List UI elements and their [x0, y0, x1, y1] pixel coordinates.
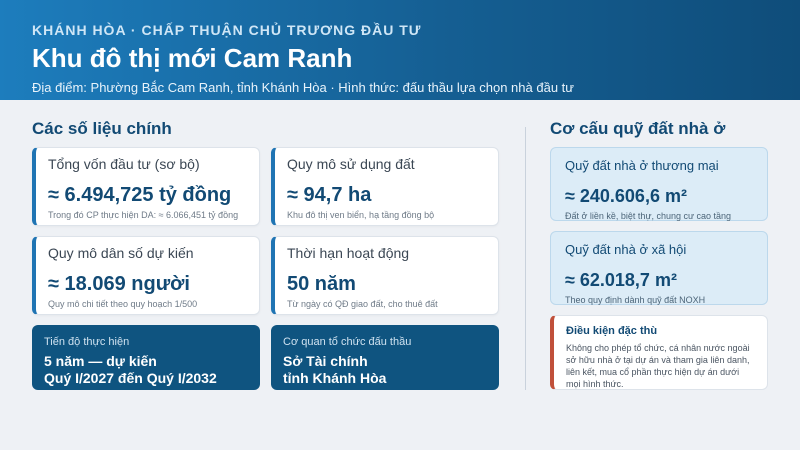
- condition-text: Không cho phép tổ chức, cá nhân nước ngo…: [566, 343, 750, 389]
- card-value: ≈ 94,7 ha: [287, 184, 372, 206]
- card-value: 50 năm: [287, 273, 356, 295]
- card-value: ≈ 18.069 người: [48, 273, 190, 295]
- card-label: Quỹ đất nhà ở xã hội: [565, 242, 687, 257]
- page-subtitle: Địa điểm: Phường Bắc Cam Ranh, tỉnh Khán…: [32, 80, 574, 95]
- card-value: ≈ 240.606,6 m²: [565, 186, 687, 206]
- card-value: ≈ 62.018,7 m²: [565, 270, 677, 290]
- agency-line-2: tỉnh Khánh Hòa: [283, 370, 387, 386]
- agency-label: Cơ quan tổ chức đấu thầu: [283, 336, 412, 348]
- card-label: Quy mô sử dụng đất: [287, 156, 415, 172]
- column-divider: [525, 127, 526, 390]
- card-note: Trong đó CP thực hiện DA: ≈ 6.066,451 tỷ…: [48, 210, 239, 220]
- card-value: ≈ 6.494,725 tỷ đồng: [48, 184, 232, 206]
- progress-label: Tiến độ thực hiện: [44, 336, 130, 348]
- card-label: Tổng vốn đầu tư (sơ bộ): [48, 156, 200, 172]
- card-note: Đất ở liền kề, biệt thự, chung cư cao tầ…: [565, 211, 732, 221]
- progress-line-1: 5 năm — dự kiến: [44, 353, 157, 369]
- land-area-card: Quy mô sử dụng đất ≈ 94,7 ha Khu đô thị …: [271, 147, 499, 226]
- duration-card: Thời hạn hoạt động 50 năm Từ ngày có QĐ …: [271, 236, 499, 315]
- card-label: Quy mô dân số dự kiến: [48, 245, 194, 261]
- agency-card: Cơ quan tổ chức đấu thầu Sở Tài chính tỉ…: [271, 325, 499, 390]
- progress-value: 5 năm — dự kiến Quý I/2027 đến Quý I/203…: [44, 353, 248, 387]
- progress-card: Tiến độ thực hiện 5 năm — dự kiến Quý I/…: [32, 325, 260, 390]
- page-title: Khu đô thị mới Cam Ranh: [32, 43, 353, 73]
- agency-value: Sở Tài chính tỉnh Khánh Hòa: [283, 353, 487, 387]
- investment-card: Tổng vốn đầu tư (sơ bộ) ≈ 6.494,725 tỷ đ…: [32, 147, 260, 226]
- special-condition-card: Điều kiện đặc thù Không cho phép tổ chức…: [550, 315, 768, 390]
- card-label: Quỹ đất nhà ở thương mại: [565, 158, 719, 173]
- card-note: Khu đô thị ven biển, hạ tầng đồng bộ: [287, 210, 435, 220]
- header-banner: KHÁNH HÒA · CHẤP THUẬN CHỦ TRƯƠNG ĐẦU TƯ…: [0, 0, 800, 100]
- header-kicker: KHÁNH HÒA · CHẤP THUẬN CHỦ TRƯƠNG ĐẦU TƯ: [32, 22, 422, 38]
- population-card: Quy mô dân số dự kiến ≈ 18.069 người Quy…: [32, 236, 260, 315]
- key-figures-title: Các số liệu chính: [32, 119, 172, 138]
- land-structure-title: Cơ cấu quỹ đất nhà ở: [550, 119, 726, 138]
- card-note: Quy mô chi tiết theo quy hoạch 1/500: [48, 299, 198, 309]
- card-note: Theo quy định dành quỹ đất NOXH: [565, 295, 706, 305]
- card-label: Thời hạn hoạt động: [287, 245, 410, 261]
- commercial-housing-card: Quỹ đất nhà ở thương mại ≈ 240.606,6 m² …: [550, 147, 768, 221]
- agency-line-1: Sở Tài chính: [283, 353, 368, 369]
- social-housing-card: Quỹ đất nhà ở xã hội ≈ 62.018,7 m² Theo …: [550, 231, 768, 305]
- progress-line-2: Quý I/2027 đến Quý I/2032: [44, 370, 217, 386]
- card-note: Từ ngày có QĐ giao đất, cho thuê đất: [287, 299, 438, 309]
- condition-label: Điều kiện đặc thù: [566, 325, 658, 337]
